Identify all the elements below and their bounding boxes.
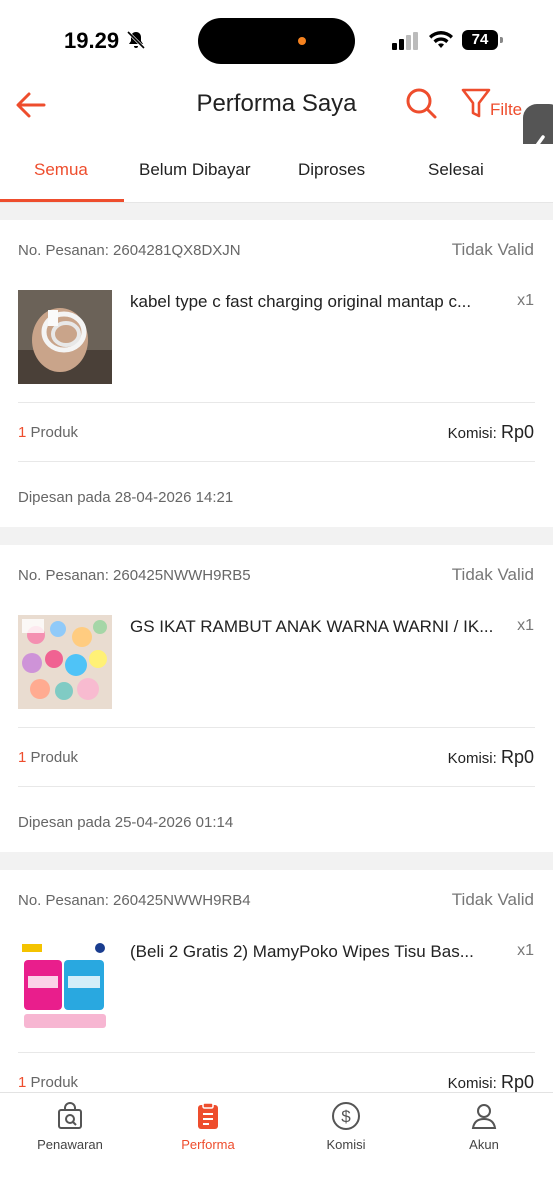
commission: Komisi: Rp0 [447,747,534,767]
order-number: No. Pesanan: 260425NWWH9RB5 [18,567,251,584]
commission: Komisi: Rp0 [447,1072,534,1092]
bottom-navigation: Penawaran Performa $ Komisi Akun [0,1092,553,1201]
product-quantity: x1 [517,942,534,959]
product-count: 1 Produk [18,1074,79,1091]
dollar-circle-icon: $ [332,1102,360,1130]
nav-label: Akun [469,1137,499,1152]
battery-indicator: 74 [462,30,503,50]
order-number: No. Pesanan: 2604281QX8DXJN [18,242,241,259]
order-date: Dipesan pada 25-04-2026 01:14 [18,814,234,831]
product-quantity: x1 [517,617,534,634]
user-icon [471,1104,497,1129]
status-bar: 19.29 74 [0,0,553,80]
cellular-signal-icon [392,32,418,50]
dynamic-island [198,18,355,64]
bell-muted-icon [126,30,146,50]
order-status: Tidak Valid [451,890,534,909]
nav-label: Komisi [326,1137,366,1152]
divider [18,461,535,462]
product-name: GS IKAT RAMBUT ANAK WARNA WARNI / IK... [130,617,494,636]
search-icon[interactable] [404,86,438,120]
product-quantity: x1 [517,292,534,309]
tab-selesai[interactable]: Selesai [428,160,484,180]
product-thumbnail [18,290,112,384]
product-name: kabel type c fast charging original mant… [130,292,472,311]
order-number: No. Pesanan: 260425NWWH9RB4 [18,892,251,909]
active-tab-indicator [0,199,124,202]
order-tabs: Semua Belum Dibayar Diproses Selesai [0,144,553,203]
product-thumbnail [18,615,112,709]
divider [18,1052,535,1053]
wifi-icon [429,31,453,48]
filter-label[interactable]: Filte [490,100,522,120]
order-date: Dipesan pada 28-04-2026 14:21 [18,489,234,506]
svg-text:$: $ [341,1107,351,1126]
tab-semua[interactable]: Semua [34,160,88,180]
nav-penawaran[interactable]: Penawaran [10,1101,130,1152]
divider [18,786,535,787]
nav-label: Performa [181,1137,235,1152]
clipboard-icon [198,1102,218,1129]
offer-bag-icon [58,1102,82,1129]
app-header: Performa Saya Filte [0,80,553,144]
tab-diproses[interactable]: Diproses [298,160,365,180]
order-status: Tidak Valid [451,240,534,259]
product-thumbnail [18,940,112,1034]
divider [18,727,535,728]
order-card[interactable]: No. Pesanan: 2604281QX8DXJN Tidak Valid … [0,220,553,527]
nav-performa[interactable]: Performa [148,1101,268,1152]
status-time: 19.29 [64,28,120,53]
tab-belum-dibayar[interactable]: Belum Dibayar [139,160,251,180]
product-count: 1 Produk [18,749,79,766]
order-status: Tidak Valid [451,565,534,584]
product-name: (Beli 2 Gratis 2) MamyPoko Wipes Tisu Ba… [130,942,474,961]
nav-komisi[interactable]: $ Komisi [286,1101,406,1152]
filter-icon[interactable] [460,86,492,122]
divider [18,402,535,403]
nav-akun[interactable]: Akun [424,1101,544,1152]
commission: Komisi: Rp0 [447,422,534,442]
nav-label: Penawaran [37,1137,103,1152]
product-count: 1 Produk [18,424,79,441]
order-card[interactable]: No. Pesanan: 260425NWWH9RB5 Tidak Valid … [0,545,553,852]
